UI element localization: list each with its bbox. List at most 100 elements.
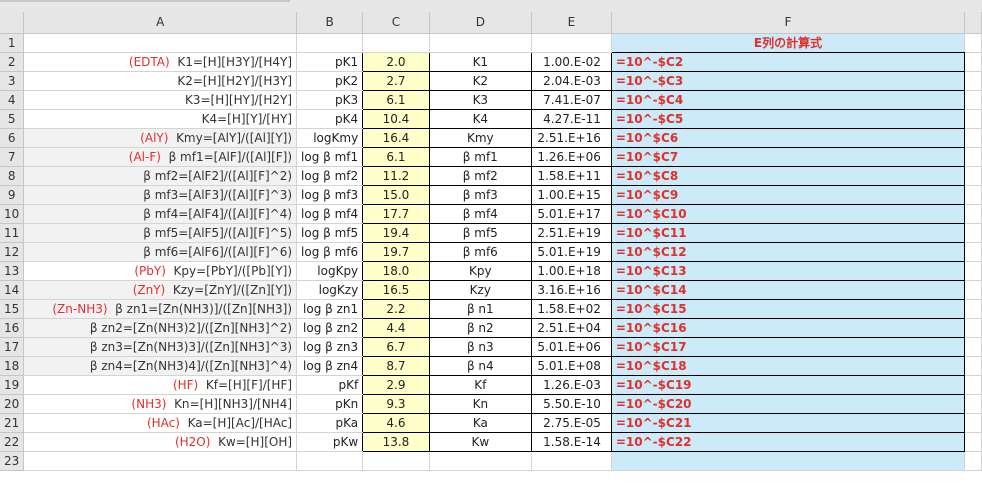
cell-g[interactable] — [964, 280, 982, 300]
cell-e-result[interactable]: 5.01.E+19 — [530, 241, 612, 262]
cell-d-constant[interactable]: K4 — [428, 108, 532, 129]
cell-e-result[interactable]: 7.41.E-07 — [530, 89, 612, 110]
cell-d-constant[interactable]: β n2 — [428, 317, 532, 338]
cell-d-constant[interactable]: β n3 — [428, 336, 532, 357]
cell-c-value[interactable]: 19.4 — [362, 222, 430, 243]
cell-d-constant[interactable]: K3 — [428, 89, 532, 110]
row-header[interactable]: 11 — [0, 223, 25, 243]
cell-f-formula[interactable]: =10^-$C21 — [610, 412, 966, 433]
cell-c23[interactable] — [362, 451, 430, 471]
cell-e-result[interactable]: 5.01.E+08 — [530, 355, 612, 376]
cell-b-label[interactable]: log β mf1 — [296, 147, 364, 167]
cell-e-result[interactable]: 2.51.E+19 — [530, 222, 612, 243]
cell-e-result[interactable]: 1.58.E-14 — [530, 431, 612, 452]
cell-d-constant[interactable]: Kpy — [428, 260, 532, 281]
cell-d-constant[interactable]: β mf3 — [428, 184, 532, 205]
cell-f-formula[interactable]: =10^$C15 — [610, 298, 966, 319]
cell-f-formula[interactable]: =10^-$C20 — [610, 393, 966, 414]
cell-e-result[interactable]: 5.01.E+06 — [530, 336, 612, 357]
cell-c-value[interactable]: 4.6 — [362, 412, 430, 433]
row-header[interactable]: 14 — [0, 280, 25, 300]
row-header[interactable]: 15 — [0, 299, 25, 319]
cell-a-equation[interactable]: β mf2=[AlF2]/([Al][F]^2) — [23, 166, 298, 186]
cell-e-result[interactable]: 1.00.E+18 — [530, 260, 612, 281]
cell-b-label[interactable]: pKf — [296, 375, 364, 395]
cell-f1-header[interactable]: E列の計算式 — [611, 33, 966, 53]
cell-d-constant[interactable]: Kzy — [428, 279, 532, 300]
cell-f-formula[interactable]: =10^$C7 — [610, 146, 966, 167]
cell-c-value[interactable]: 16.5 — [362, 279, 430, 300]
cell-a-equation[interactable]: (AlY) Kmy=[AlY]/([Al][Y]) — [23, 128, 298, 148]
cell-a-equation[interactable]: β mf3=[AlF3]/([Al][F]^3) — [23, 185, 298, 205]
cell-c-value[interactable]: 2.2 — [362, 298, 430, 319]
column-header-c[interactable]: C — [362, 12, 430, 34]
cell-b-label[interactable]: log β zn3 — [296, 337, 364, 357]
cell-c-value[interactable]: 4.4 — [362, 317, 430, 338]
cell-c-value[interactable]: 19.7 — [362, 241, 430, 262]
cell-e1[interactable] — [531, 33, 612, 53]
column-header-f[interactable]: F — [611, 12, 966, 34]
cell-e-result[interactable]: 2.75.E-05 — [530, 412, 612, 433]
cell-f-formula[interactable]: =10^$C10 — [610, 203, 966, 224]
row-header[interactable]: 16 — [0, 318, 25, 338]
cell-f-formula[interactable]: =10^$C17 — [610, 336, 966, 357]
row-header[interactable]: 5 — [0, 109, 25, 129]
cell-a-equation[interactable]: β mf4=[AlF4]/([Al][F]^4) — [23, 204, 298, 224]
row-header[interactable]: 12 — [0, 242, 25, 262]
cell-a23[interactable] — [23, 451, 298, 471]
cell-a-equation[interactable]: K2=[H][H2Y]/[H3Y] — [23, 71, 298, 91]
cell-g[interactable] — [964, 261, 982, 281]
cell-g[interactable] — [964, 128, 982, 148]
cell-b-label[interactable]: pK2 — [296, 71, 364, 91]
cell-g[interactable] — [964, 413, 982, 433]
cell-e-result[interactable]: 2.04.E-03 — [530, 70, 612, 91]
cell-e-result[interactable]: 1.58.E+11 — [530, 165, 612, 186]
cell-g[interactable] — [964, 71, 982, 91]
cell-d-constant[interactable]: K1 — [428, 51, 532, 72]
cell-e-result[interactable]: 2.51.E+04 — [530, 317, 612, 338]
cell-g[interactable] — [964, 337, 982, 357]
cell-a-equation[interactable]: (HAc) Ka=[H][Ac]/[HAc] — [23, 413, 298, 433]
cell-d-constant[interactable]: β mf6 — [428, 241, 532, 262]
cell-c-value[interactable]: 17.7 — [362, 203, 430, 224]
cell-g[interactable] — [964, 204, 982, 224]
cell-f-formula[interactable]: =10^$C16 — [610, 317, 966, 338]
column-header-a[interactable]: A — [23, 12, 298, 34]
cell-f-formula[interactable]: =10^$C18 — [610, 355, 966, 376]
cell-d-constant[interactable]: β mf5 — [428, 222, 532, 243]
cell-c-value[interactable]: 6.1 — [362, 146, 430, 167]
cell-b-label[interactable]: log β mf3 — [296, 185, 364, 205]
cell-d-constant[interactable]: β mf1 — [428, 146, 532, 167]
row-header[interactable]: 20 — [0, 394, 25, 414]
cell-e-result[interactable]: 2.51.E+16 — [530, 127, 612, 148]
cell-a-equation[interactable]: β mf6=[AlF6]/([Al][F]^6) — [23, 242, 298, 262]
cell-d23[interactable] — [429, 451, 532, 471]
cell-d-constant[interactable]: Kf — [428, 374, 532, 395]
cell-g[interactable] — [964, 166, 982, 186]
column-header-d[interactable]: D — [429, 12, 532, 34]
cell-f-formula[interactable]: =10^-$C2 — [610, 51, 966, 72]
cell-c-value[interactable]: 10.4 — [362, 108, 430, 129]
cell-a-equation[interactable]: K3=[H][HY]/[H2Y] — [23, 90, 298, 110]
cell-g[interactable] — [964, 242, 982, 262]
cell-c-value[interactable]: 6.7 — [362, 336, 430, 357]
row-header[interactable]: 22 — [0, 432, 25, 452]
column-header-e[interactable]: E — [531, 12, 612, 34]
cell-g[interactable] — [964, 147, 982, 167]
cell-a-equation[interactable]: β zn2=[Zn(NH3)2]/([Zn][NH3]^2) — [23, 318, 298, 338]
cell-f-formula[interactable]: =10^-$C5 — [610, 108, 966, 129]
row-header[interactable]: 10 — [0, 204, 25, 224]
cell-d-constant[interactable]: β n1 — [428, 298, 532, 319]
cell-f-formula[interactable]: =10^$C8 — [610, 165, 966, 186]
cell-d-constant[interactable]: Kn — [428, 393, 532, 414]
cell-f23[interactable] — [611, 451, 966, 471]
cell-a-equation[interactable]: (HF) Kf=[H][F]/[HF] — [23, 375, 298, 395]
cell-e-result[interactable]: 1.00.E-02 — [530, 51, 612, 72]
cell-c-value[interactable]: 13.8 — [362, 431, 430, 452]
cell-g[interactable] — [964, 375, 982, 395]
cell-b-label[interactable]: log β zn2 — [296, 318, 364, 338]
cell-a-equation[interactable]: β mf5=[AlF5]/([Al][F]^5) — [23, 223, 298, 243]
cell-e-result[interactable]: 3.16.E+16 — [530, 279, 612, 300]
cell-b-label[interactable]: log β mf2 — [296, 166, 364, 186]
cell-f-formula[interactable]: =10^$C11 — [610, 222, 966, 243]
